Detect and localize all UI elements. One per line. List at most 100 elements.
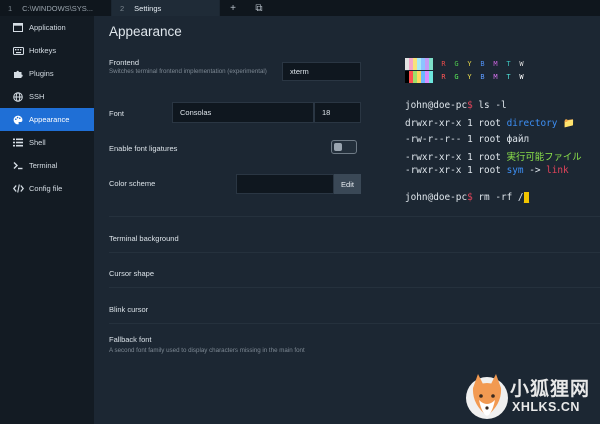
terminal-command-line: john@doe-pc$ ls -l [405, 100, 507, 111]
color-letter: M [493, 73, 498, 81]
fallback-font-description: A second font family used to display cha… [109, 347, 305, 354]
sidebar-item-label: Appearance [29, 115, 70, 124]
sidebar-item-label: Application [29, 23, 66, 32]
sidebar-item-application[interactable]: Application [0, 16, 94, 39]
color-letter: G [454, 73, 459, 81]
file-name: 実行可能ファイル [506, 152, 582, 163]
color-letter: M [493, 60, 498, 68]
file-meta: -rw-r--r-- 1 root [405, 133, 507, 145]
color-letter: Y [467, 73, 472, 81]
ligatures-label: Enable font ligatures [109, 144, 178, 153]
plus-icon: + [230, 2, 236, 14]
terminal-output-line: -rwxr-xr-x 1 root sym -> link [405, 165, 569, 176]
color-letter: R [441, 60, 446, 68]
watermark-en-text: XHLKS.CN [512, 400, 580, 414]
color-scheme-select[interactable] [236, 174, 334, 194]
sidebar-item-plugins[interactable]: Plugins [0, 62, 94, 85]
tab-bar: 1 C:\WINDOWS\SYS... 2 Settings + ⧉ [0, 0, 600, 16]
globe-icon [12, 91, 24, 103]
tab-settings[interactable]: 2 Settings [112, 0, 220, 16]
fallback-font-label: Fallback font [109, 335, 152, 344]
toggle-knob [334, 143, 342, 151]
frontend-description: Switches terminal frontend implementatio… [109, 68, 267, 75]
file-name: directory [506, 118, 558, 129]
terminal-output-line: -rw-r--r-- 1 root файл [405, 134, 529, 145]
sidebar-item-config-file[interactable]: Config file [0, 177, 94, 200]
terminal-command-line: john@doe-pc$ rm -rf /_ [405, 192, 530, 203]
sidebar-item-terminal[interactable]: Terminal [0, 154, 94, 177]
blink-cursor-label[interactable]: Blink cursor [109, 305, 148, 314]
sidebar-item-label: Plugins [29, 69, 54, 78]
ligatures-toggle[interactable] [331, 140, 357, 154]
symlink-target: link [546, 164, 569, 176]
sidebar-item-label: Terminal [29, 161, 58, 170]
prompt-user: john@doe-pc [405, 192, 468, 203]
color-letter: T [506, 60, 511, 68]
color-letter: B [480, 60, 485, 68]
color-scheme-label: Color scheme [109, 179, 156, 188]
watermark: 小狐狸网 XHLKS.CN [462, 366, 600, 424]
code-icon [12, 183, 24, 195]
tab-number: 2 [120, 3, 125, 13]
edit-color-scheme-button[interactable]: Edit [334, 174, 361, 194]
sidebar-item-appearance[interactable]: Appearance [0, 108, 94, 131]
palette-row: RGYBMTW [405, 71, 528, 83]
terminal-icon [12, 160, 24, 172]
cursor-shape-label[interactable]: Cursor shape [109, 269, 154, 278]
frontend-select[interactable]: xterm [282, 62, 361, 81]
sidebar-item-hotkeys[interactable]: Hotkeys [0, 39, 94, 62]
new-tab-button[interactable]: + [220, 0, 246, 16]
file-meta: -rwxr-xr-x 1 root [405, 152, 507, 163]
puzzle-icon [12, 68, 24, 80]
file-name: файл [506, 133, 530, 145]
palette-row: RGYBMTW [405, 58, 528, 70]
sidebar-item-label: SSH [29, 92, 45, 101]
page-title: Appearance [109, 24, 182, 39]
divider [109, 287, 600, 288]
folder-icon: 📁 [557, 118, 575, 129]
color-letter: G [454, 60, 459, 68]
font-size-input[interactable]: 18 [314, 102, 361, 123]
color-letter: W [519, 73, 524, 81]
file-meta: -rwxr-xr-x 1 root [405, 164, 507, 176]
divider [109, 323, 600, 324]
sidebar-item-shell[interactable]: Shell [0, 131, 94, 154]
tab-title: C:\WINDOWS\SYS... [22, 3, 94, 13]
color-letter: Y [467, 60, 472, 68]
terminal-background-label[interactable]: Terminal background [109, 234, 179, 243]
list-icon [12, 137, 24, 149]
color-letter: T [506, 73, 511, 81]
prompt-user: john@doe-pc [405, 100, 468, 111]
font-label: Font [109, 109, 125, 118]
cursor-block: _ [523, 192, 530, 203]
sidebar-item-label: Config file [29, 184, 63, 193]
settings-sidebar: Application Hotkeys Plugins SSH Appearan… [0, 16, 94, 424]
tab-terminal[interactable]: 1 C:\WINDOWS\SYS... [0, 0, 112, 16]
settings-panel: Appearance Frontend Switches terminal fr… [94, 16, 600, 424]
sidebar-item-label: Shell [29, 138, 46, 147]
terminal-output-line: -rwxr-xr-x 1 root 実行可能ファイル [405, 149, 582, 163]
tab-number: 1 [8, 3, 13, 13]
divider [109, 252, 600, 253]
fox-logo-icon [466, 374, 508, 419]
terminal-preview: RGYBMTW RGYBMTW john@doe-pc$ ls -l drwxr… [405, 52, 600, 232]
window-button[interactable]: ⧉ [246, 0, 272, 16]
symlink-arrow: -> [523, 164, 547, 176]
palette-icon [12, 114, 24, 126]
color-letter: B [480, 73, 485, 81]
file-meta: drwxr-xr-x 1 root [405, 118, 507, 129]
restore-window-icon: ⧉ [255, 2, 263, 14]
file-name: sym [506, 164, 524, 176]
color-letter: R [441, 73, 446, 81]
font-family-input[interactable]: Consolas [172, 102, 314, 123]
tab-title: Settings [134, 3, 162, 13]
command-text: ls -l [472, 100, 507, 111]
command-text: rm -rf / [472, 192, 524, 203]
keyboard-icon [12, 45, 24, 57]
sidebar-item-ssh[interactable]: SSH [0, 85, 94, 108]
sidebar-item-label: Hotkeys [29, 46, 57, 55]
window-icon [12, 22, 24, 34]
terminal-output-line: drwxr-xr-x 1 root directory 📁 [405, 118, 575, 129]
color-letter: W [519, 60, 524, 68]
frontend-label: Frontend [109, 58, 140, 67]
